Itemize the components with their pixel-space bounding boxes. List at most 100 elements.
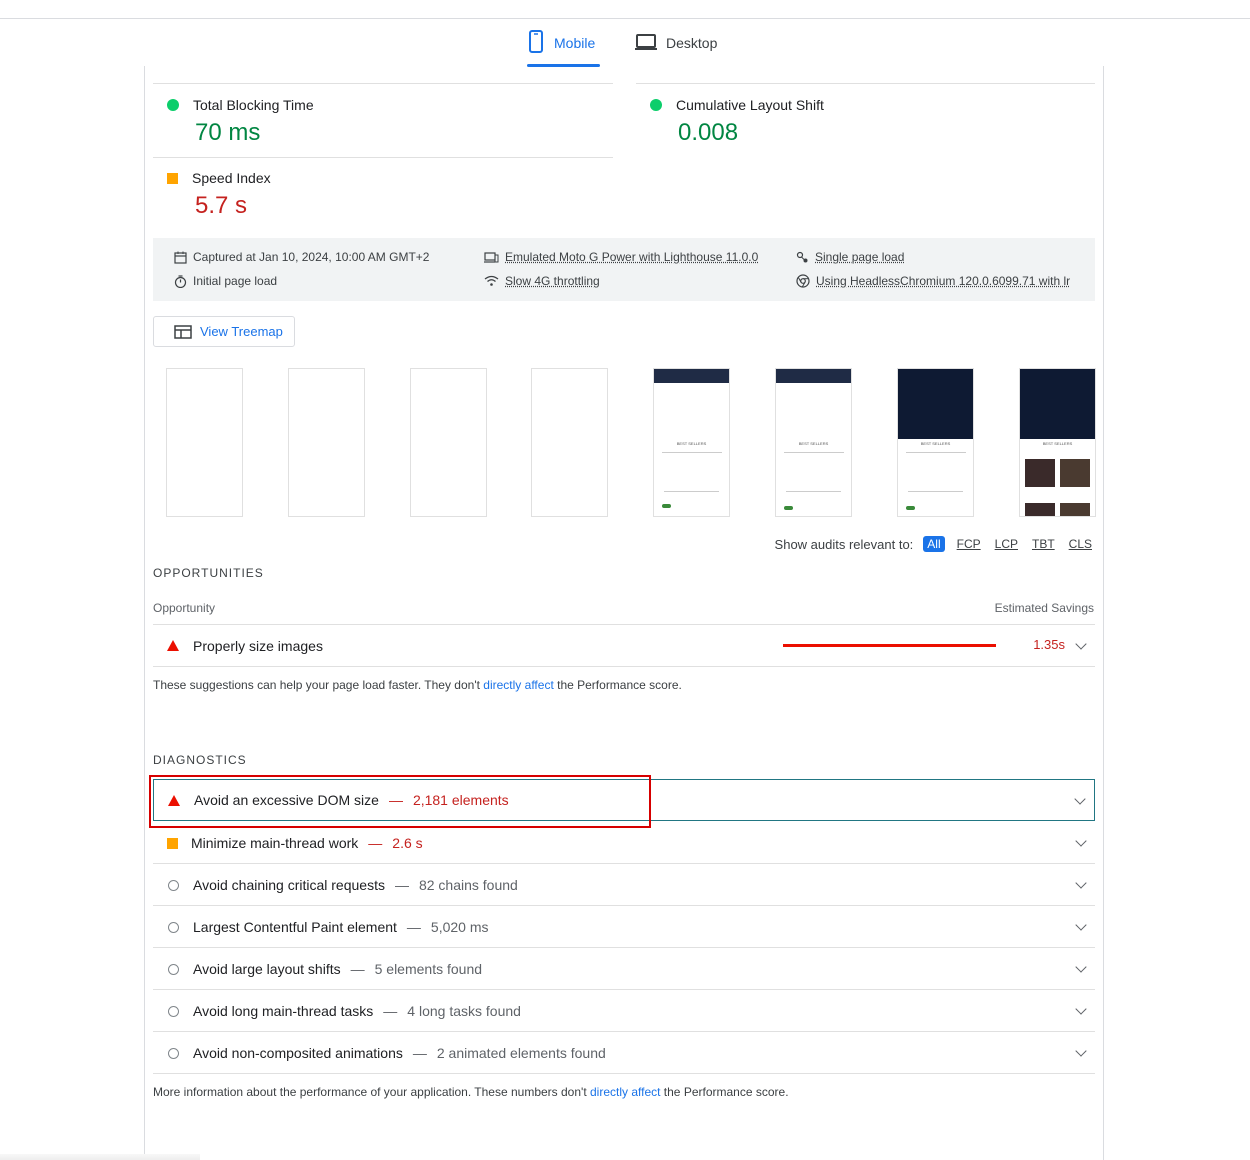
metric-value: 0.008	[678, 119, 824, 147]
directly-affect-link[interactable]: directly affect	[590, 1085, 660, 1099]
fail-triangle-icon	[168, 795, 180, 806]
filmstrip-frame: BEST SELLERS	[653, 368, 730, 517]
pass-dot-icon	[650, 99, 662, 111]
tab-mobile-label: Mobile	[554, 30, 595, 56]
metric-cls: Cumulative Layout Shift 0.008	[650, 97, 824, 147]
env-single-page[interactable]: Single page load	[796, 250, 904, 264]
diagnostic-value: 4 long tasks found	[407, 1003, 521, 1019]
filmstrip: BEST SELLERS BEST SELLERS BEST SELLERS B…	[166, 368, 1096, 517]
metric-label: Speed Index	[192, 170, 271, 186]
average-square-icon	[167, 838, 178, 849]
filmstrip-frame	[288, 368, 365, 517]
directly-affect-link[interactable]: directly affect	[483, 678, 553, 692]
diagnostics-note: More information about the performance o…	[153, 1085, 789, 1099]
diagnostic-title: Avoid large layout shifts	[193, 961, 341, 977]
chevron-down-icon	[1075, 1003, 1086, 1014]
view-treemap-button[interactable]: View Treemap	[153, 316, 295, 347]
metric-speed-index: Speed Index 5.7 s	[167, 170, 271, 220]
metric-tbt: Total Blocking Time 70 ms	[167, 97, 314, 147]
diagnostic-row-critical-requests[interactable]: Avoid chaining critical requests — 82 ch…	[153, 864, 1095, 906]
filmstrip-frame	[410, 368, 487, 517]
diagnostic-value: 5 elements found	[375, 961, 482, 977]
opportunities-title: OPPORTUNITIES	[153, 566, 264, 580]
filmstrip-frame: BEST SELLERS	[775, 368, 852, 517]
chevron-down-icon	[1075, 1045, 1086, 1056]
pass-dot-icon	[167, 99, 179, 111]
device-tabs: Mobile Desktop	[0, 30, 1250, 68]
opportunity-row[interactable]: Properly size images 1.35s	[153, 625, 1095, 666]
info-circle-icon	[168, 1006, 179, 1017]
filmstrip-frame	[531, 368, 608, 517]
diagnostic-title: Largest Contentful Paint element	[193, 919, 397, 935]
filmstrip-frame	[166, 368, 243, 517]
fail-triangle-icon	[167, 640, 179, 651]
filter-chip-all[interactable]: All	[923, 536, 944, 552]
info-circle-icon	[168, 964, 179, 975]
filter-chip-cls[interactable]: CLS	[1067, 537, 1094, 551]
info-circle-icon	[168, 922, 179, 933]
timer-icon	[174, 275, 187, 288]
diagnostic-row-lcp-element[interactable]: Largest Contentful Paint element — 5,020…	[153, 906, 1095, 948]
metric-divider	[153, 157, 613, 158]
info-circle-icon	[168, 1048, 179, 1059]
diagnostic-row-main-thread[interactable]: Minimize main-thread work — 2.6 s	[153, 822, 1095, 864]
filter-chip-lcp[interactable]: LCP	[993, 537, 1020, 551]
divider	[153, 1073, 1095, 1074]
bottom-edge	[0, 1154, 200, 1160]
filmstrip-frame: BEST SELLERS	[897, 368, 974, 517]
chevron-down-icon	[1075, 919, 1086, 930]
savings-bar	[783, 644, 996, 647]
chevron-down-icon	[1075, 877, 1086, 888]
runtime-settings-bar: Captured at Jan 10, 2024, 10:00 AM GMT+2…	[153, 238, 1095, 301]
diagnostic-row-layout-shifts[interactable]: Avoid large layout shifts — 5 elements f…	[153, 948, 1095, 990]
chevron-down-icon	[1075, 835, 1086, 846]
phone-icon	[527, 30, 545, 57]
env-captured: Captured at Jan 10, 2024, 10:00 AM GMT+2	[174, 250, 429, 264]
metric-label: Cumulative Layout Shift	[676, 97, 824, 113]
savings-column-header: Estimated Savings	[995, 601, 1094, 615]
diagnostic-value: 82 chains found	[419, 877, 518, 893]
filter-chip-tbt[interactable]: TBT	[1030, 537, 1057, 551]
metric-divider	[636, 83, 1095, 84]
laptop-icon	[635, 30, 657, 57]
opportunity-column-header: Opportunity	[153, 601, 215, 615]
chevron-down-icon	[1075, 961, 1086, 972]
diagnostic-row-dom-size[interactable]: Avoid an excessive DOM size — 2,181 elem…	[153, 779, 1095, 821]
diagnostic-title: Avoid long main-thread tasks	[193, 1003, 373, 1019]
savings-value: 1.35s	[1033, 637, 1065, 652]
diagnostic-value: 2.6 s	[392, 835, 422, 851]
average-square-icon	[167, 173, 178, 184]
filter-label: Show audits relevant to:	[775, 537, 914, 552]
opportunities-note: These suggestions can help your page loa…	[153, 678, 682, 692]
metric-value: 5.7 s	[195, 192, 271, 220]
report-panel: Total Blocking Time 70 ms Cumulative Lay…	[144, 66, 1104, 1160]
top-divider	[0, 18, 1250, 19]
metric-divider	[153, 83, 613, 84]
tab-mobile[interactable]: Mobile	[527, 30, 595, 68]
devices-icon	[484, 251, 499, 264]
diagnostic-row-animations[interactable]: Avoid non-composited animations — 2 anim…	[153, 1032, 1095, 1074]
diagnostic-title: Avoid an excessive DOM size	[194, 792, 379, 808]
filter-chip-fcp[interactable]: FCP	[955, 537, 983, 551]
env-device[interactable]: Emulated Moto G Power with Lighthouse 11…	[484, 250, 758, 264]
chevron-down-icon	[1074, 793, 1085, 804]
audit-filter: Show audits relevant to: All FCP LCP TBT…	[775, 536, 1094, 552]
diagnostic-row-long-tasks[interactable]: Avoid long main-thread tasks — 4 long ta…	[153, 990, 1095, 1032]
metric-label: Total Blocking Time	[193, 97, 314, 113]
diagnostic-title: Avoid non-composited animations	[193, 1045, 403, 1061]
filmstrip-frame: BEST SELLERS	[1019, 368, 1096, 517]
diagnostic-value: 5,020 ms	[431, 919, 489, 935]
diagnostics-title: DIAGNOSTICS	[153, 753, 247, 767]
diagnostic-value: 2,181 elements	[413, 792, 509, 808]
chevron-down-icon	[1075, 638, 1086, 649]
tab-desktop[interactable]: Desktop	[635, 30, 717, 68]
env-browser[interactable]: Using HeadlessChromium 120.0.6099.71 wit…	[796, 274, 1070, 288]
treemap-icon	[174, 325, 192, 339]
info-circle-icon	[168, 880, 179, 891]
calendar-icon	[174, 251, 187, 264]
chrome-icon	[796, 274, 810, 288]
tab-desktop-label: Desktop	[666, 30, 717, 56]
divider	[153, 666, 1095, 667]
metric-value: 70 ms	[195, 119, 314, 147]
env-throttling[interactable]: Slow 4G throttling	[484, 274, 600, 288]
